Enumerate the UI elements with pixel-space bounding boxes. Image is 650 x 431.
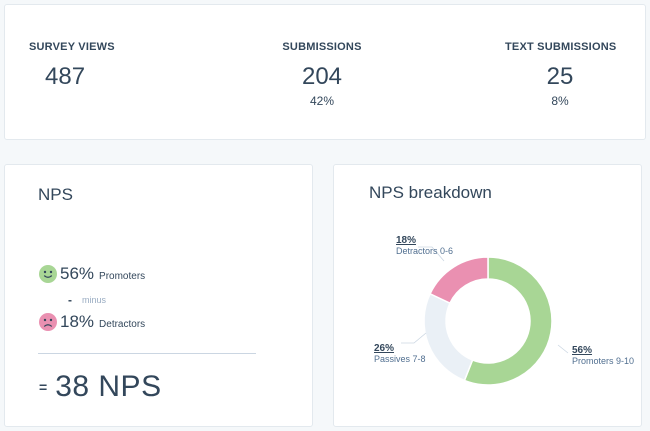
divider xyxy=(38,353,256,354)
donut-slice-detractors[interactable] xyxy=(429,256,489,305)
detractors-percent: 18% xyxy=(60,312,95,331)
stat-label: SURVEY VIEWS xyxy=(29,41,115,53)
donut-chart xyxy=(401,246,569,386)
minus-sign: - xyxy=(68,293,72,307)
stat-percent: 8% xyxy=(551,94,569,108)
detractors-row: 18% Detractors xyxy=(60,312,145,332)
legend-percent: 18% xyxy=(396,235,417,246)
legend-label: Promoters 9-10 xyxy=(572,356,635,366)
legend-percent: 56% xyxy=(572,345,593,356)
promoters-label: Promoters xyxy=(99,271,146,282)
nps-card: NPS 56% Promoters - minus 18% Detractors… xyxy=(4,164,313,427)
stat-percent: 42% xyxy=(309,94,335,108)
detractors-label: Detractors xyxy=(99,319,146,330)
survey-views-stat: SURVEY VIEWS 487 xyxy=(29,41,115,91)
nps-title: NPS xyxy=(38,185,73,204)
stat-label: SUBMISSIONS xyxy=(282,41,362,53)
stat-label: TEXT SUBMISSIONS xyxy=(505,41,617,53)
promoters-percent: 56% xyxy=(60,264,95,283)
stat-value: 25 xyxy=(546,63,574,90)
minus-text: minus xyxy=(82,295,107,305)
leader-line xyxy=(401,332,427,344)
equals-sign: = xyxy=(39,379,48,395)
detractors-legend: 18% Detractors 0-6 xyxy=(396,235,453,257)
legend-percent: 26% xyxy=(374,343,395,354)
submissions-stat: SUBMISSIONS 204 42% xyxy=(267,41,377,108)
promoters-row: 56% Promoters xyxy=(60,264,145,284)
nps-result-row: = 38 NPS xyxy=(39,370,162,404)
stat-value: 487 xyxy=(45,63,86,90)
leader-line xyxy=(557,344,569,354)
nps-score: 38 NPS xyxy=(55,370,162,403)
promoters-legend: 56% Promoters 9-10 xyxy=(572,345,634,367)
frowning-face-icon xyxy=(39,313,57,331)
legend-label: Detractors 0-6 xyxy=(396,246,454,256)
donut-slice-passives[interactable] xyxy=(423,292,474,382)
minus-row: - minus xyxy=(68,293,106,307)
smiley-face-icon xyxy=(39,265,57,283)
legend-label: Passives 7-8 xyxy=(374,354,426,364)
nps-breakdown-card: NPS breakdown 18% Detractors 0-6 26% Pas… xyxy=(333,164,642,427)
text-submissions-stat: TEXT SUBMISSIONS 25 8% xyxy=(505,41,617,108)
passives-legend: 26% Passives 7-8 xyxy=(374,343,426,365)
stats-card: SURVEY VIEWS 487 SUBMISSIONS 204 42% TEX… xyxy=(4,4,646,140)
stat-value: 204 xyxy=(301,63,343,90)
